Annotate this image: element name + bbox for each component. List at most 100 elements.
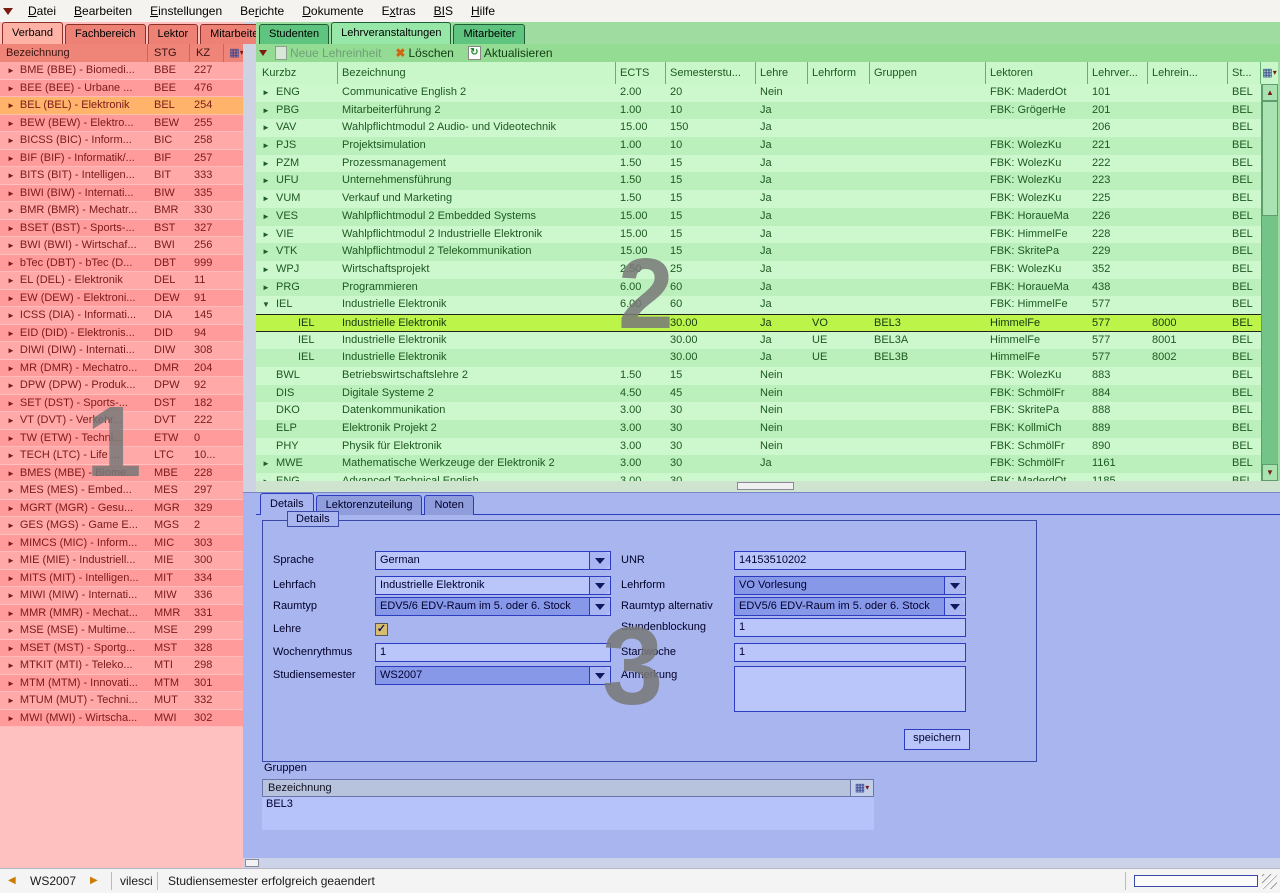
studiengang-row[interactable]: ►GES (MGS) - Game E...MGS2 — [0, 517, 243, 535]
horizontal-scrollbar[interactable] — [243, 858, 1280, 868]
studiengang-row[interactable]: ►MTKIT (MTI) - Teleko...MTI298 — [0, 657, 243, 675]
lehreinheit-row[interactable]: ►PZMProzessmanagement1.5015JaFBK: WolezK… — [256, 155, 1261, 173]
expand-arrow-icon[interactable]: ► — [7, 539, 15, 548]
lehreinheit-row[interactable]: ►WPJWirtschaftsprojekt2.5025JaFBK: Wolez… — [256, 261, 1261, 279]
expand-arrow-icon[interactable]: ► — [7, 224, 15, 233]
semester-prev-button[interactable]: ◀ — [8, 875, 16, 887]
lehreinheit-row[interactable]: ►VESWahlpflichtmodul 2 Embedded Systems1… — [256, 208, 1261, 226]
expand-arrow-icon[interactable]: ► — [7, 504, 15, 513]
tab-studenten[interactable]: Studenten — [259, 24, 329, 44]
column-config-button[interactable]: ▦ — [1261, 62, 1278, 84]
expand-arrow-icon[interactable]: ► — [7, 434, 15, 443]
studiengang-row[interactable]: ►SET (DST) - Sports-...DST182 — [0, 395, 243, 413]
col-stg[interactable]: STG — [148, 44, 190, 62]
expand-arrow-icon[interactable]: ► — [7, 364, 15, 373]
studiengang-row[interactable]: ►MIMCS (MIC) - Inform...MIC303 — [0, 535, 243, 553]
studiengang-row[interactable]: ►MTM (MTM) - Innovati...MTM301 — [0, 675, 243, 693]
studiengang-row[interactable]: ►MIE (MIE) - Industriell...MIE300 — [0, 552, 243, 570]
expand-arrow-icon[interactable]: ► — [7, 626, 15, 635]
menu-datei[interactable]: Datei — [19, 4, 65, 18]
startwoche-input[interactable]: 1 — [734, 643, 966, 662]
studiengang-row[interactable]: ►BMES (MBE) - Biome...MBE228 — [0, 465, 243, 483]
expand-arrow-icon[interactable]: ► — [7, 101, 15, 110]
lehrfach-select[interactable]: Industrielle Elektronik — [375, 576, 611, 595]
expand-arrow-icon[interactable]: ► — [7, 381, 15, 390]
expand-arrow-icon[interactable]: ► — [262, 137, 270, 154]
resize-grip[interactable] — [1262, 874, 1277, 889]
lehreinheit-row[interactable]: ►VAVWahlpflichtmodul 2 Audio- und Videot… — [256, 119, 1261, 137]
expand-arrow-icon[interactable]: ► — [262, 208, 270, 225]
col-gruppen[interactable]: Gruppen — [870, 62, 986, 84]
gruppe-row[interactable]: BEL3 — [262, 797, 874, 812]
expand-arrow-icon[interactable]: ► — [262, 102, 270, 119]
lehreinheit-row[interactable]: ►PJSProjektsimulation1.0010JaFBK: WolezK… — [256, 137, 1261, 155]
expand-arrow-icon[interactable]: ► — [7, 574, 15, 583]
lehrform-select[interactable]: VO Vorlesung — [734, 576, 966, 595]
lehreinheit-row[interactable]: DISDigitale Systeme 24.5045NeinFBK: Schm… — [256, 385, 1261, 403]
studiengang-row[interactable]: ►MIWI (MIW) - Internati...MIW336 — [0, 587, 243, 605]
expand-arrow-icon[interactable]: ► — [262, 84, 270, 101]
raumtyp-select[interactable]: EDV5/6 EDV-Raum im 5. oder 6. Stock — [375, 597, 611, 616]
expand-arrow-icon[interactable]: ► — [262, 119, 270, 136]
studiengang-row[interactable]: ►MGRT (MGR) - Gesu...MGR329 — [0, 500, 243, 518]
expand-arrow-icon[interactable]: ► — [262, 243, 270, 260]
studiengang-row[interactable]: ►BIWI (BIW) - Internati...BIW335 — [0, 185, 243, 203]
lehreinheit-row[interactable]: IELIndustrielle Elektronik30.00JaUEBEL3B… — [256, 349, 1261, 367]
horizontal-scrollbar[interactable] — [256, 481, 1280, 492]
menu-bis[interactable]: BIS — [425, 4, 462, 18]
studiengang-row[interactable]: ►EW (DEW) - Elektroni...DEW91 — [0, 290, 243, 308]
expand-arrow-icon[interactable]: ► — [7, 399, 15, 408]
studiengang-row[interactable]: ►BWI (BWI) - Wirtschaf...BWI256 — [0, 237, 243, 255]
menu-berichte[interactable]: Berichte — [231, 4, 293, 18]
expand-arrow-icon[interactable]: ► — [262, 226, 270, 243]
expand-arrow-icon[interactable]: ► — [262, 261, 270, 278]
expand-arrow-icon[interactable]: ► — [7, 171, 15, 180]
save-button[interactable]: speichern — [904, 729, 970, 750]
col-st[interactable]: St... — [1228, 62, 1261, 84]
studiengang-row[interactable]: ►MR (DMR) - Mechatro...DMR204 — [0, 360, 243, 378]
studiengang-row[interactable]: ►MMR (MMR) - Mechat...MMR331 — [0, 605, 243, 623]
expand-arrow-icon[interactable]: ► — [7, 661, 15, 670]
lehreinheit-row[interactable]: IELIndustrielle Elektronik30.00JaUEBEL3A… — [256, 332, 1261, 350]
expand-arrow-icon[interactable]: ► — [7, 451, 15, 460]
col-lehre[interactable]: Lehre — [756, 62, 808, 84]
expand-arrow-icon[interactable]: ► — [7, 609, 15, 618]
lehreinheit-row[interactable]: ►ENGAdvanced Technical English3.0030FBK:… — [256, 473, 1261, 481]
semester-next-button[interactable]: ▶ — [90, 875, 98, 887]
studiengang-row[interactable]: ►BMR (BMR) - Mechatr...BMR330 — [0, 202, 243, 220]
lehreinheit-row[interactable]: ►VIEWahlpflichtmodul 2 Industrielle Elek… — [256, 226, 1261, 244]
expand-arrow-icon[interactable]: ► — [7, 206, 15, 215]
lehreinheit-row[interactable]: ▼IELIndustrielle Elektronik6.0060JaFBK: … — [256, 296, 1261, 314]
column-config-button[interactable]: ▦ — [850, 780, 873, 796]
expand-arrow-icon[interactable]: ► — [262, 473, 270, 481]
menu-extras[interactable]: Extras — [373, 4, 425, 18]
col-bezeichnung[interactable]: Bezeichnung — [338, 62, 616, 84]
lehre-checkbox[interactable]: ✓ — [375, 623, 388, 636]
expand-arrow-icon[interactable]: ► — [7, 591, 15, 600]
expand-arrow-icon[interactable]: ► — [7, 416, 15, 425]
studiengang-row[interactable]: ►MES (MES) - Embed...MES297 — [0, 482, 243, 500]
expand-arrow-icon[interactable]: ► — [7, 644, 15, 653]
studiengang-row[interactable]: ►DIWI (DIW) - Internati...DIW308 — [0, 342, 243, 360]
col-bezeichnung[interactable]: Bezeichnung — [0, 44, 148, 62]
lehreinheit-row[interactable]: ►PRGProgrammieren6.0060JaFBK: HoraueMa43… — [256, 279, 1261, 297]
studiengang-row[interactable]: ►ICSS (DIA) - Informati...DIA145 — [0, 307, 243, 325]
studiengang-row[interactable]: ►MSET (MST) - Sportg...MST328 — [0, 640, 243, 658]
col-lehrform[interactable]: Lehrform — [808, 62, 870, 84]
expand-arrow-icon[interactable]: ► — [7, 119, 15, 128]
lehreinheit-row[interactable]: ►PBGMitarbeiterführung 21.0010JaFBK: Grö… — [256, 102, 1261, 120]
expand-arrow-icon[interactable]: ► — [7, 486, 15, 495]
chevron-down-icon[interactable] — [589, 577, 610, 594]
unr-input[interactable]: 14153510202 — [734, 551, 966, 570]
wochenrythmus-input[interactable]: 1 — [375, 643, 611, 662]
studiengang-row[interactable]: ►BME (BBE) - Biomedi...BBE227 — [0, 62, 243, 80]
menu-einstellungen[interactable]: Einstellungen — [141, 4, 231, 18]
tab-lektor[interactable]: Lektor — [148, 24, 199, 44]
expand-arrow-icon[interactable]: ► — [7, 276, 15, 285]
lehreinheit-row[interactable]: IELIndustrielle Elektronik30.00JaVOBEL3H… — [256, 314, 1261, 332]
stundenblockung-input[interactable]: 1 — [734, 618, 966, 637]
studiengang-row[interactable]: ►MTUM (MUT) - Techni...MUT332 — [0, 692, 243, 710]
expand-arrow-icon[interactable]: ► — [7, 259, 15, 268]
expand-arrow-icon[interactable]: ► — [7, 136, 15, 145]
studiengang-row[interactable]: ►BEE (BEE) - Urbane ...BEE476 — [0, 80, 243, 98]
